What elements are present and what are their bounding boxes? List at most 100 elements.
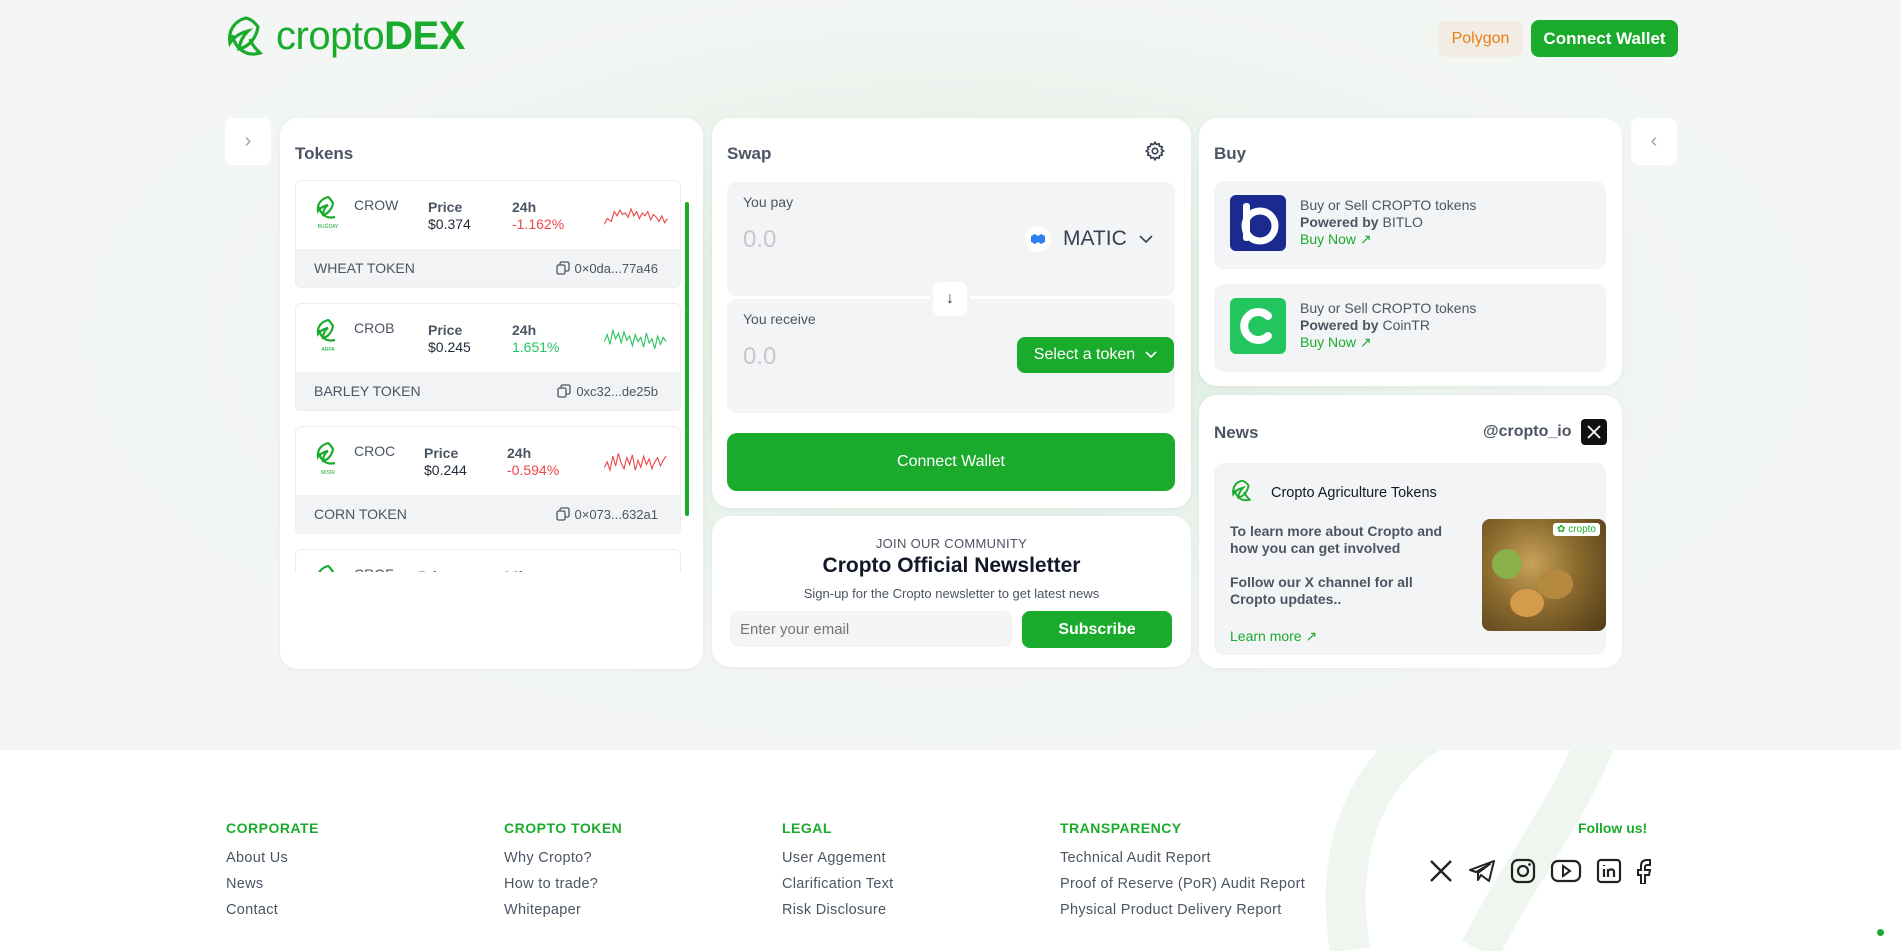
external-link-icon: ↗ [1359, 334, 1372, 350]
pay-label: You pay [743, 194, 794, 210]
youtube-icon[interactable] [1550, 859, 1582, 883]
footer-heading: CORPORATE [226, 820, 319, 836]
footer-link[interactable]: About Us [226, 850, 319, 866]
token-address[interactable]: 0xc32...de25b [557, 384, 658, 399]
subscribe-button[interactable]: Subscribe [1022, 611, 1172, 648]
x-handle-link[interactable]: @cropto_io [1483, 423, 1572, 441]
footer-link[interactable]: Whitepaper [504, 902, 622, 918]
buy-now-link[interactable]: Buy Now ↗ [1300, 231, 1476, 248]
buy-provider-text: Buy or Sell CROPTO tokens Powered by Coi… [1300, 300, 1476, 351]
token-logo-icon: MISIR [316, 441, 335, 476]
buy-now-link[interactable]: Buy Now ↗ [1300, 334, 1476, 351]
copy-icon [555, 261, 570, 275]
token-change: 24h-0.346% [503, 568, 555, 572]
news-body-2: Follow our X channel for all Cropto upda… [1230, 574, 1413, 607]
pay-token-selector[interactable]: MATIC [1025, 226, 1153, 252]
token-symbol: CROC [354, 443, 396, 459]
swap-connect-wallet-button[interactable]: Connect Wallet [727, 433, 1175, 491]
token-item[interactable]: FINDIKCROFPrice$3.89024h-0.346%HAZELNUT … [295, 549, 681, 572]
newsletter-card: JOIN OUR COMMUNITY Cropto Official Newsl… [712, 516, 1191, 667]
learn-more-link[interactable]: Learn more ↗ [1230, 628, 1317, 645]
chevron-down-icon [1139, 231, 1153, 247]
token-logo-icon: ARPA [316, 318, 335, 353]
footer-link[interactable]: Physical Product Delivery Report [1060, 902, 1305, 918]
footer-link[interactable]: Contact [226, 902, 319, 918]
token-sparkline [603, 207, 668, 225]
news-item: Cropto Agriculture Tokens To learn more … [1214, 463, 1606, 655]
buy-provider-text: Buy or Sell CROPTO tokens Powered by BIT… [1300, 197, 1476, 248]
swap-direction-button[interactable]: ↓ [930, 279, 970, 319]
news-body-1: To learn more about Cropto and how you c… [1230, 523, 1443, 556]
arrow-down-icon: ↓ [946, 290, 954, 307]
buy-provider-line: Buy or Sell CROPTO tokens [1300, 197, 1477, 213]
matic-icon [1025, 226, 1051, 252]
pay-token-symbol: MATIC [1063, 227, 1127, 250]
linkedin-icon[interactable] [1596, 858, 1622, 884]
token-symbol: CROW [354, 197, 399, 213]
logo[interactable]: croptoDEX [224, 14, 465, 59]
token-item[interactable]: BUĞDAY CROW Price $0.374 24h -1.162% WHEAT TOK… [295, 180, 681, 288]
token-price: Price $0.244 [424, 445, 467, 478]
network-selector[interactable]: Polygon [1438, 21, 1523, 57]
status-dot [1877, 929, 1884, 936]
token-address[interactable]: 0×0da...77a46 [555, 261, 658, 276]
footer-link[interactable]: User Aggement [782, 850, 894, 866]
select-token-button[interactable]: Select a token [1017, 337, 1174, 373]
footer-link[interactable]: Proof of Reserve (PoR) Audit Report [1060, 876, 1305, 892]
token-symbol: CROB [354, 320, 395, 336]
token-address[interactable]: 0×073...632a1 [555, 507, 658, 522]
footer-column-legal: LEGAL User Aggement Clarification Text R… [782, 820, 894, 928]
footer-link[interactable]: Clarification Text [782, 876, 894, 892]
pay-amount-input[interactable]: 0.0 [743, 226, 776, 254]
footer-heading: LEGAL [782, 820, 832, 836]
token-item[interactable]: ARPA CROB Price $0.245 24h 1.651% BARLEY TOKEN… [295, 303, 681, 411]
newsletter-subtitle: Sign-up for the Cropto newsletter to get… [803, 586, 1100, 601]
email-input[interactable] [730, 611, 1012, 647]
buy-provider-bitlo: Buy or Sell CROPTO tokens Powered by BIT… [1214, 181, 1606, 269]
token-sub-label: MISIR [321, 470, 335, 476]
x-icon[interactable] [1581, 419, 1607, 445]
footer-watermark-logo [1325, 750, 1614, 951]
token-list-scrollbar[interactable] [685, 202, 689, 516]
footer-column-transparency: TRANSPARENCY Technical Audit Report Proo… [1060, 820, 1305, 928]
swap-title: Swap [727, 144, 772, 163]
x-icon[interactable] [1428, 858, 1454, 884]
footer-link[interactable]: News [226, 876, 319, 892]
footer-link[interactable]: Why Cropto? [504, 850, 622, 866]
footer-link[interactable]: Risk Disclosure [782, 902, 894, 918]
footer: CORPORATE About Us News Contact CROPTO T… [0, 750, 1901, 951]
token-footer: BARLEY TOKEN 0xc32...de25b [296, 372, 680, 410]
footer-link[interactable]: Technical Audit Report [1060, 850, 1305, 866]
token-list[interactable]: BUĞDAY CROW Price $0.374 24h -1.162% WHEAT TOK… [295, 180, 693, 572]
cropto-logo-icon [1232, 479, 1252, 502]
token-price: Price$3.890 [418, 568, 461, 572]
newsletter-kicker: JOIN OUR COMMUNITY [875, 536, 1028, 551]
footer-link[interactable]: How to trade? [504, 876, 622, 892]
powered-by-label: Powered by [1300, 214, 1379, 230]
carousel-next-button[interactable]: › [225, 118, 271, 165]
token-logo-icon: BUĞDAY [316, 195, 339, 230]
powered-by-label: Powered by [1300, 317, 1379, 333]
chevron-right-icon: › [244, 130, 252, 152]
token-sub-label: BUĞDAY [318, 223, 339, 230]
chevron-down-icon [1145, 346, 1157, 364]
select-token-label: Select a token [1033, 346, 1136, 363]
token-item[interactable]: MISIR CROC Price $0.244 24h -0.594% CORN TOKEN… [295, 426, 681, 534]
buy-provider-line: Buy or Sell CROPTO tokens [1300, 300, 1477, 316]
settings-gear-icon[interactable] [1144, 140, 1166, 167]
external-link-icon: ↗ [1305, 628, 1318, 644]
carousel-prev-button[interactable]: ‹ [1631, 118, 1677, 165]
tokens-title: Tokens [295, 144, 354, 163]
receive-label: You receive [743, 311, 816, 327]
token-name: BARLEY TOKEN [314, 383, 421, 399]
news-image: ✿ cropto [1482, 519, 1606, 631]
token-change: 24h -0.594% [507, 445, 560, 478]
buy-provider-cointr: Buy or Sell CROPTO tokens Powered by Coi… [1214, 284, 1606, 372]
news-item-title: Cropto Agriculture Tokens [1271, 485, 1437, 501]
receive-amount-input[interactable]: 0.0 [743, 343, 776, 371]
facebook-icon[interactable] [1636, 858, 1652, 884]
telegram-icon[interactable] [1468, 858, 1496, 884]
cropto-logo-icon [228, 15, 264, 56]
connect-wallet-button[interactable]: Connect Wallet [1531, 20, 1678, 57]
instagram-icon[interactable] [1510, 858, 1536, 884]
